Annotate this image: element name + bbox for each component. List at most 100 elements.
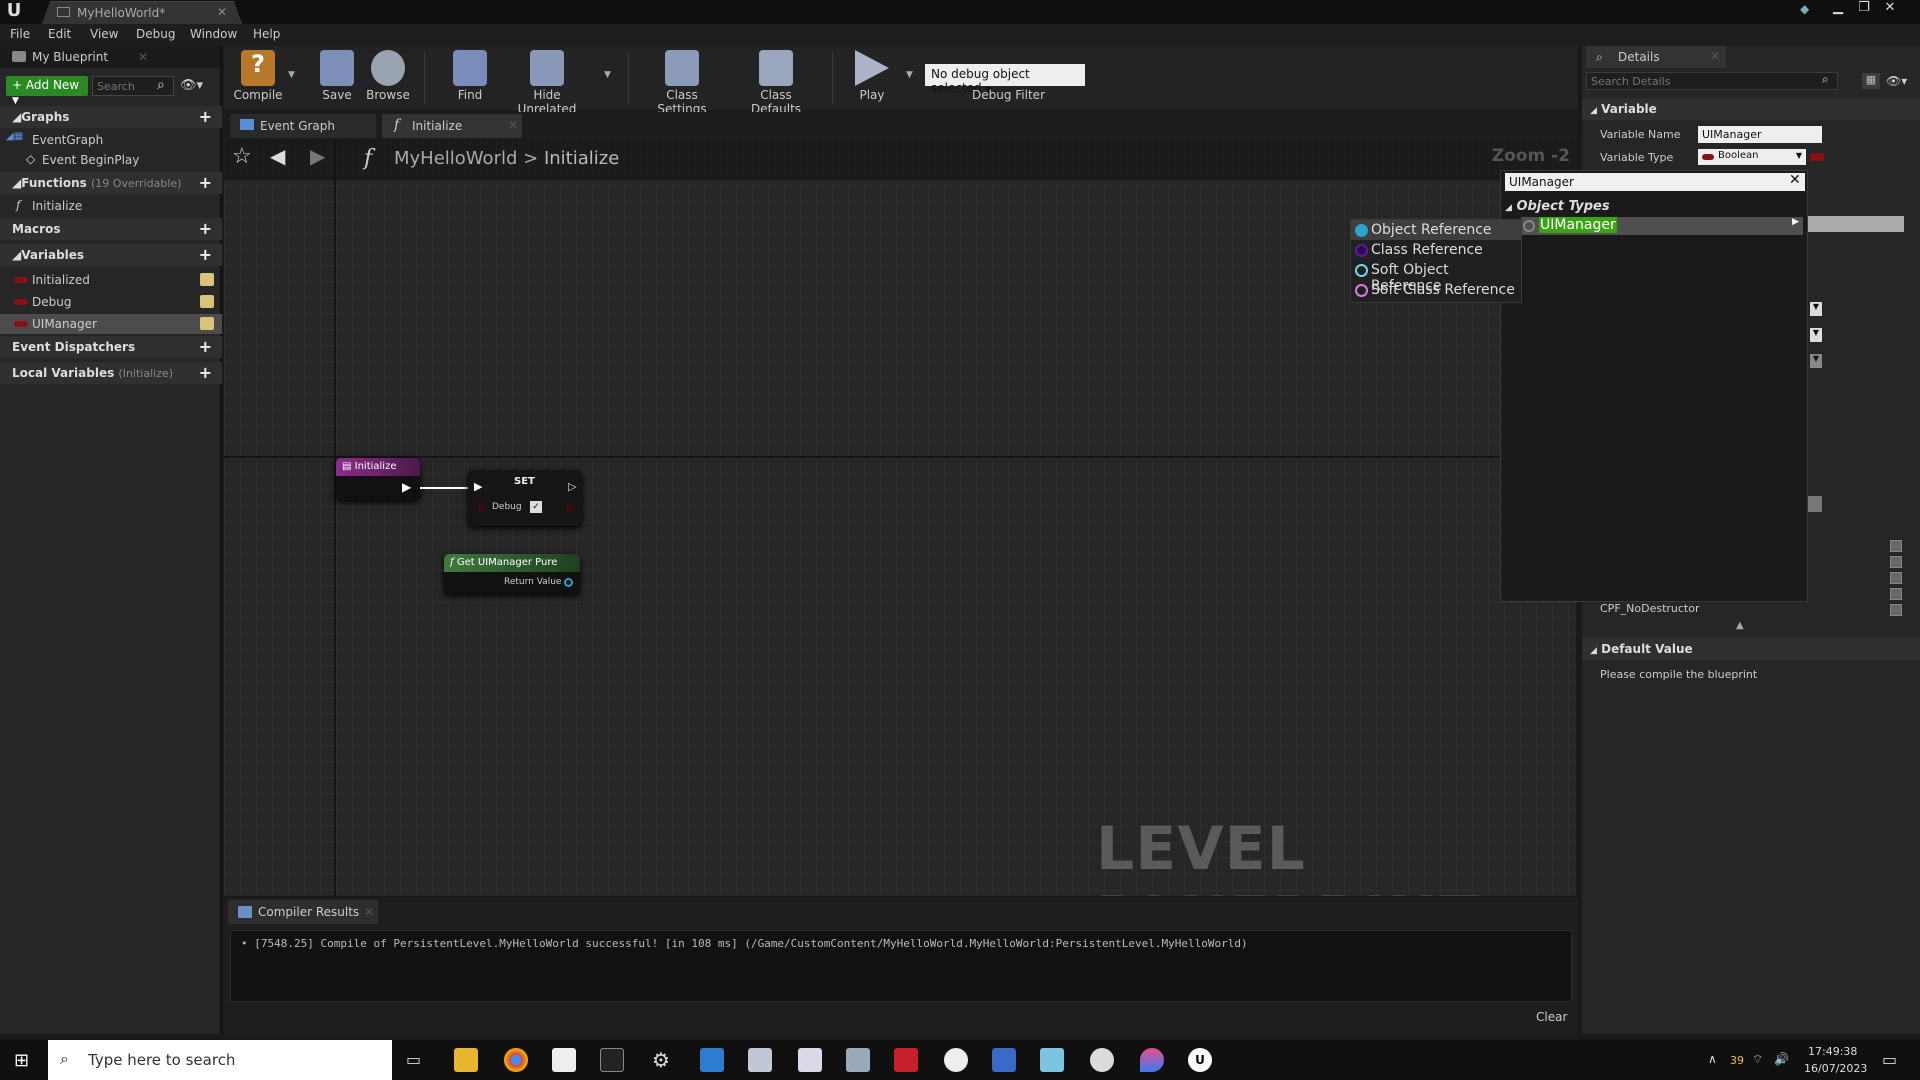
app-icon[interactable] [1040, 1048, 1064, 1072]
dropdown-icon[interactable]: ▼ [1810, 302, 1822, 316]
debug-checkbox[interactable]: ✓ [530, 501, 542, 513]
add-function-icon[interactable]: + [199, 173, 212, 192]
app-icon[interactable] [1140, 1048, 1164, 1072]
functions-section[interactable]: ◢Functions (19 Overridable) + [0, 172, 222, 194]
menu-edit[interactable]: Edit [48, 27, 71, 41]
hidden-icons-chevron-icon[interactable]: ∧ [1708, 1052, 1717, 1066]
compile-options-icon[interactable]: ▼ [288, 70, 295, 80]
add-new-button[interactable]: + Add New ▼ [6, 76, 88, 106]
type-search-input[interactable] [1505, 173, 1805, 191]
app-icon[interactable] [992, 1048, 1016, 1072]
default-value-category[interactable]: ◢ Default Value [1582, 638, 1920, 660]
property-checkbox[interactable] [1890, 588, 1902, 600]
debug-object-select[interactable]: No debug object selected ▼ [925, 64, 1085, 95]
graph-item-eventgraph[interactable]: ◢▦ EventGraph [0, 130, 222, 150]
collapse-advanced-icon[interactable]: ▲ [1736, 620, 1744, 631]
play-button[interactable]: Play [844, 50, 900, 102]
menu-item-soft-object-reference[interactable]: Soft Object Reference [1351, 260, 1521, 294]
menu-file[interactable]: File [10, 27, 30, 41]
node-initialize-entry[interactable]: ▤ Initialize ▶ [336, 458, 420, 500]
view-options-icon[interactable]: 👁▾ [180, 78, 203, 93]
clock-time[interactable]: 17:49:38 [1808, 1045, 1857, 1058]
compile-button[interactable]: ? Compile [230, 50, 286, 102]
exec-in-pin-icon[interactable]: ▶ [474, 480, 482, 493]
close-tab-icon[interactable]: ✕ [508, 118, 518, 132]
menu-item-class-reference[interactable]: Class Reference [1351, 240, 1521, 260]
property-field[interactable] [1808, 496, 1822, 512]
exec-out-pin-icon[interactable]: ▷ [568, 480, 576, 493]
forward-arrow-icon[interactable]: ▶ [310, 144, 325, 168]
unreal-engine-taskbar-icon[interactable]: U [1188, 1048, 1212, 1072]
minimize-icon[interactable]: ▁ [1825, 0, 1851, 18]
compiler-results-tab[interactable]: Compiler Results ✕ [228, 900, 378, 924]
search-icon[interactable]: ⌕ [157, 77, 165, 93]
object-types-category[interactable]: ◢ Object Types [1505, 199, 1610, 214]
details-search-input[interactable] [1586, 72, 1838, 90]
variable-item-uimanager[interactable]: UIManager [0, 314, 222, 334]
app-icon[interactable] [944, 1048, 968, 1072]
variable-category[interactable]: ◢ Variable [1582, 98, 1920, 120]
notepad-icon[interactable] [552, 1048, 576, 1072]
back-arrow-icon[interactable]: ◀ [270, 144, 285, 168]
close-window-icon[interactable]: ✕ [1877, 0, 1903, 18]
type-result-uimanager[interactable]: UIManager ▶ [1521, 217, 1803, 235]
add-variable-icon[interactable]: + [199, 245, 212, 264]
object-out-pin-icon[interactable] [564, 578, 573, 587]
class-defaults-button[interactable]: Class Defaults [734, 50, 818, 116]
volume-icon[interactable]: 🔊 [1774, 1052, 1789, 1066]
notifications-icon[interactable]: ▭ [1882, 1050, 1897, 1069]
bool-in-pin-icon[interactable] [478, 504, 486, 512]
variable-item-debug[interactable]: Debug [0, 292, 222, 312]
event-dispatchers-section[interactable]: Event Dispatchers + [0, 336, 222, 358]
menu-item-soft-class-reference[interactable]: Soft Class Reference [1351, 280, 1521, 300]
dropdown-icon[interactable]: ▼ [1810, 328, 1822, 342]
my-blueprint-tab[interactable]: My Blueprint ✕ [0, 46, 220, 68]
clear-button[interactable]: Clear [1536, 1010, 1567, 1024]
add-macro-icon[interactable]: + [199, 219, 212, 238]
find-button[interactable]: Find [442, 50, 498, 102]
add-dispatcher-icon[interactable]: + [199, 337, 212, 356]
task-view-icon[interactable]: ▭ [406, 1050, 421, 1069]
macros-section[interactable]: Macros + [0, 218, 222, 240]
file-explorer-icon[interactable] [454, 1048, 478, 1072]
clock-date[interactable]: 16/07/2023 [1804, 1062, 1867, 1075]
add-local-variable-icon[interactable]: + [199, 363, 212, 382]
visibility-eye-icon[interactable] [200, 295, 214, 308]
star-icon[interactable]: ☆ [232, 144, 252, 169]
view-options-icon[interactable]: 👁▾ [1886, 74, 1907, 88]
app-icon[interactable] [1090, 1048, 1114, 1072]
search-icon[interactable]: ⌕ [1822, 72, 1829, 87]
play-options-icon[interactable]: ▼ [906, 70, 913, 80]
settings-gear-icon[interactable]: ⚙ [652, 1048, 670, 1072]
property-checkbox[interactable] [1890, 604, 1902, 616]
save-button[interactable]: Save [312, 50, 362, 102]
property-checkbox[interactable] [1890, 572, 1902, 584]
graph-item-beginplay[interactable]: ◇ Event BeginPlay [0, 150, 222, 170]
menu-help[interactable]: Help [253, 27, 280, 41]
clear-search-icon[interactable]: ✕ [1789, 172, 1801, 188]
close-tab-icon[interactable]: ✕ [364, 905, 374, 919]
document-tab[interactable]: MyHelloWorld* ✕ [42, 1, 242, 24]
hide-unrelated-button[interactable]: Hide Unrelated [504, 50, 590, 116]
browse-button[interactable]: Browse [360, 50, 416, 102]
taskbar-search[interactable]: ⌕ Type here to search [48, 1040, 392, 1080]
network-icon[interactable]: ⌔ [1752, 1052, 1763, 1067]
breadcrumb-root[interactable]: MyHelloWorld [394, 148, 517, 169]
variable-item-initialized[interactable]: Initialized [0, 270, 222, 290]
container-type-icon[interactable] [1810, 153, 1824, 161]
variable-type-select[interactable]: Boolean ▼ [1698, 149, 1806, 165]
maximize-icon[interactable]: ❐ [1851, 0, 1877, 18]
property-matrix-icon[interactable]: ▦ [1862, 73, 1880, 89]
terminal-icon[interactable] [600, 1048, 624, 1072]
app-icon[interactable] [748, 1048, 772, 1072]
node-set-debug[interactable]: SET ▶ ▷ Debug ✓ [468, 470, 582, 526]
variable-name-input[interactable] [1698, 126, 1822, 143]
app-icon[interactable] [700, 1048, 724, 1072]
menu-debug[interactable]: Debug [136, 27, 175, 41]
dropdown-icon[interactable]: ▼ [1810, 354, 1822, 368]
close-tab-icon[interactable]: ✕ [1710, 49, 1720, 63]
app-icon[interactable] [846, 1048, 870, 1072]
windows-start-icon[interactable]: ⊞ [14, 1050, 29, 1071]
variables-section[interactable]: ◢Variables + [0, 244, 222, 266]
menu-item-object-reference[interactable]: Object Reference [1351, 220, 1521, 240]
